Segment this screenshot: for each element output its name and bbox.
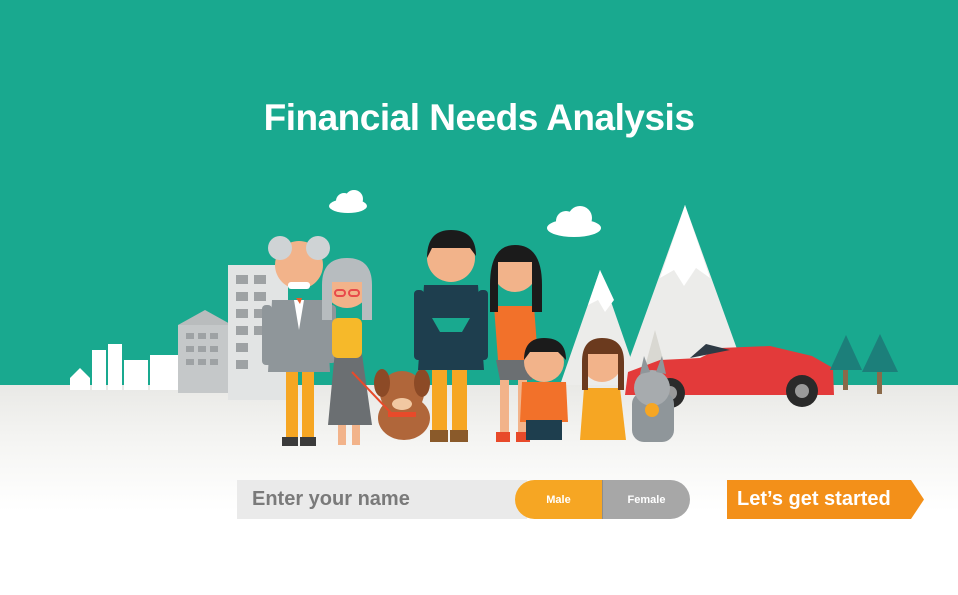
name-input[interactable] [237,480,527,519]
get-started-button[interactable]: Let’s get started [727,480,924,519]
cloud-icon [547,206,601,237]
gender-toggle: Male Female [515,480,690,519]
houses [70,344,178,390]
gender-male-button[interactable]: Male [515,480,602,519]
family-illustration [70,190,898,446]
trees [830,334,898,394]
girl-figure [580,338,626,440]
gender-female-button[interactable]: Female [602,480,690,519]
get-started-label: Let’s get started [737,488,891,510]
boy-figure [520,338,568,440]
cloud-icon [329,190,367,213]
